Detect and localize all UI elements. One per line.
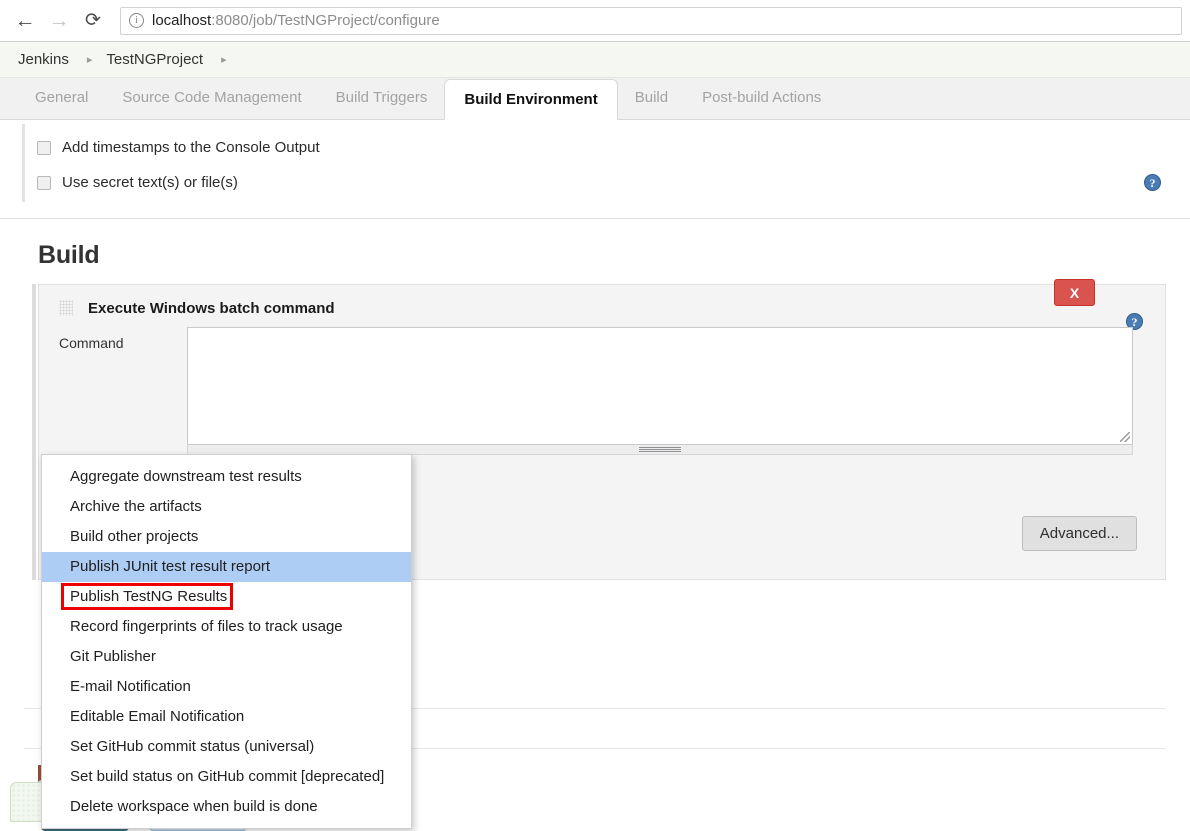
breadcrumb-separator-icon: ▸ xyxy=(86,54,93,66)
checkbox-use-secret-text[interactable] xyxy=(37,175,51,190)
url-path: :8080/job/TestNGProject/configure xyxy=(211,12,440,29)
tab-build-environment[interactable]: Build Environment xyxy=(444,79,618,120)
tab-post-build-actions[interactable]: Post-build Actions xyxy=(685,77,838,119)
tab-general[interactable]: General xyxy=(18,77,105,119)
reload-icon[interactable]: ⟳ xyxy=(76,4,110,38)
option-row-secret-text[interactable]: Use secret text(s) or file(s) ? xyxy=(0,165,1190,200)
dropdown-item-set-build-status-github[interactable]: Set build status on GitHub commit [depre… xyxy=(42,762,411,792)
builder-header: Execute Windows batch command xyxy=(39,285,1165,331)
command-field-row: Command xyxy=(39,327,1165,445)
help-icon-secret-text[interactable]: ? xyxy=(1144,174,1161,191)
checkbox-label-use-secret-text: Use secret text(s) or file(s) xyxy=(62,174,238,191)
breadcrumb-item-project[interactable]: TestNGProject xyxy=(106,51,207,68)
dropdown-item-build-other-projects[interactable]: Build other projects xyxy=(42,522,411,552)
builder-rail xyxy=(32,284,36,580)
checkbox-add-timestamps[interactable] xyxy=(37,140,51,155)
forward-icon[interactable]: → xyxy=(42,4,76,38)
build-environment-options: Add timestamps to the Console Output Use… xyxy=(0,120,1190,206)
tab-source-code-management[interactable]: Source Code Management xyxy=(105,77,318,119)
site-info-icon[interactable]: i xyxy=(129,13,144,28)
builder-title: Execute Windows batch command xyxy=(88,299,335,317)
command-field-label: Command xyxy=(59,335,124,351)
url-host: localhost xyxy=(152,12,212,29)
tab-build-triggers[interactable]: Build Triggers xyxy=(319,77,445,119)
dropdown-item-publish-junit-test-result-report[interactable]: Publish JUnit test result report xyxy=(42,552,411,582)
dropdown-item-editable-email-notification[interactable]: Editable Email Notification xyxy=(42,702,411,732)
drag-lines-icon xyxy=(639,447,681,452)
delete-builder-button[interactable]: X xyxy=(1054,279,1095,306)
dropdown-item-publish-testng-results[interactable]: Publish TestNG Results xyxy=(42,582,411,612)
section-rail xyxy=(22,124,25,202)
browser-toolbar: ← → ⟳ i localhost:8080/job/TestNGProject… xyxy=(0,0,1190,42)
breadcrumb-item-jenkins[interactable]: Jenkins xyxy=(18,51,73,68)
post-build-action-dropdown[interactable]: Aggregate downstream test results Archiv… xyxy=(41,454,412,829)
dropdown-item-record-fingerprints[interactable]: Record fingerprints of files to track us… xyxy=(42,612,411,642)
breadcrumb-separator-icon-2: ▸ xyxy=(221,54,227,66)
drag-grip-icon[interactable] xyxy=(59,300,73,316)
dropdown-item-git-publisher[interactable]: Git Publisher xyxy=(42,642,411,672)
dropdown-item-set-github-commit-status[interactable]: Set GitHub commit status (universal) xyxy=(42,732,411,762)
config-form: Add timestamps to the Console Output Use… xyxy=(0,120,1190,829)
command-textarea[interactable] xyxy=(187,327,1133,445)
address-bar[interactable]: i localhost:8080/job/TestNGProject/confi… xyxy=(120,6,1182,35)
option-row-timestamps[interactable]: Add timestamps to the Console Output xyxy=(0,130,1190,165)
dropdown-item-email-notification[interactable]: E-mail Notification xyxy=(42,672,411,702)
page-section-title-build: Build xyxy=(38,241,100,269)
url-text: localhost:8080/job/TestNGProject/configu… xyxy=(152,12,440,29)
config-tab-bar: General Source Code Management Build Tri… xyxy=(0,78,1190,120)
dropdown-item-delete-workspace[interactable]: Delete workspace when build is done xyxy=(42,792,411,822)
checkbox-label-add-timestamps: Add timestamps to the Console Output xyxy=(62,139,320,156)
back-icon[interactable]: ← xyxy=(8,4,42,38)
dropdown-item-archive-the-artifacts[interactable]: Archive the artifacts xyxy=(42,492,411,522)
breadcrumb: Jenkins ▸ TestNGProject ▸ xyxy=(0,42,1190,78)
jenkins-page: Jenkins ▸ TestNGProject ▸ General Source… xyxy=(0,42,1190,829)
advanced-button[interactable]: Advanced... xyxy=(1021,516,1137,551)
dropdown-item-aggregate-downstream-test-results[interactable]: Aggregate downstream test results xyxy=(42,462,411,492)
resize-handle-icon[interactable] xyxy=(1120,432,1130,442)
tab-build[interactable]: Build xyxy=(618,77,685,119)
dropdown-item-publish-testng-results-label: Publish TestNG Results xyxy=(70,588,228,605)
